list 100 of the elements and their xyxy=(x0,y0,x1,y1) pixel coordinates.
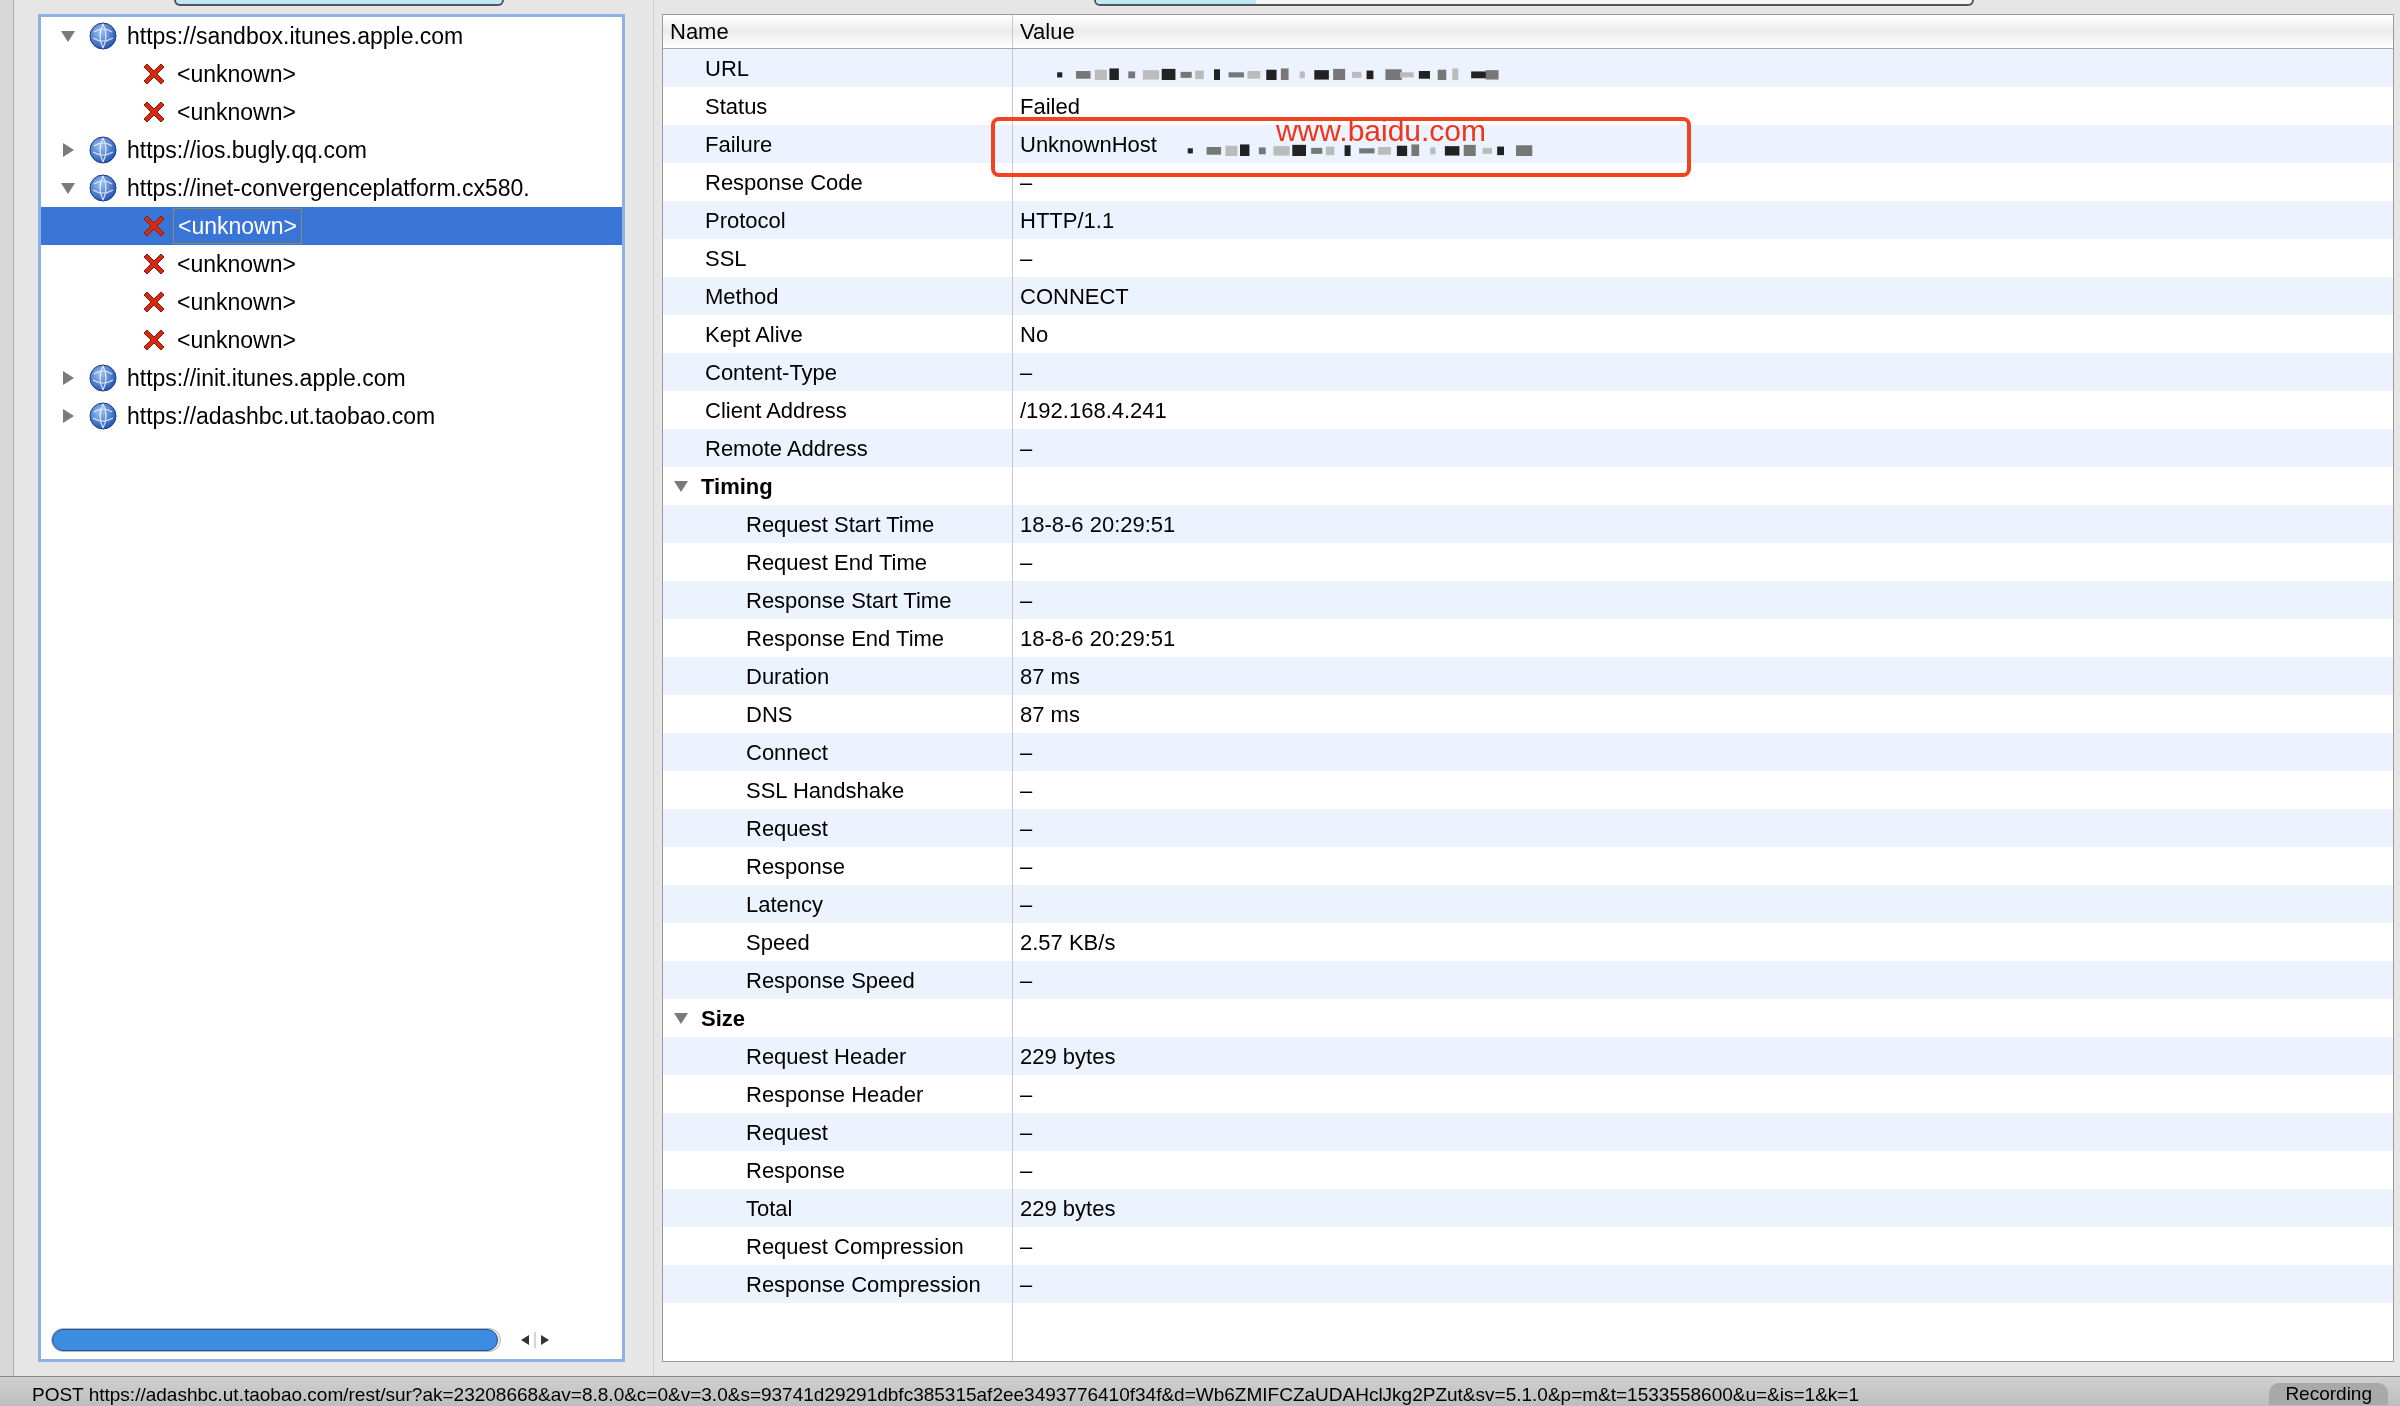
tree-row[interactable]: <unknown> xyxy=(41,207,622,245)
property-value: – xyxy=(1020,1232,1033,1261)
property-value: 18-8-6 20:29:51 xyxy=(1020,510,1176,539)
property-value: – xyxy=(1020,776,1033,805)
property-value: – xyxy=(1020,1156,1033,1185)
globe-icon xyxy=(89,174,117,202)
property-value: – xyxy=(1020,358,1033,387)
tree-row[interactable]: <unknown> xyxy=(41,93,622,131)
property-name: Request xyxy=(746,814,828,843)
property-value: – xyxy=(1020,434,1033,463)
globe-icon xyxy=(89,22,117,50)
globe-icon xyxy=(89,136,117,164)
property-value: – xyxy=(1020,244,1033,273)
tree-row[interactable]: https://inet-convergenceplatform.cx580. xyxy=(41,169,622,207)
collapse-triangle-icon[interactable] xyxy=(60,28,76,44)
tree-row[interactable]: https://adashbc.ut.taobao.com xyxy=(41,397,622,435)
property-value: – xyxy=(1020,852,1033,881)
section-label: Size xyxy=(701,1004,746,1033)
property-value: – xyxy=(1020,548,1033,577)
property-name: Response End Time xyxy=(746,624,945,653)
tree-row[interactable]: <unknown> xyxy=(41,55,622,93)
status-text: POST https://adashbc.ut.taobao.com/rest/sur?ak=23208668&av=8.8.0&c=0&v=3.0&s=93741d29291dbfc385315af2ee3493776410f34f&d=Wb6ZMIFCZaUDAHclJkg2PZut&sv=5.1.0&p=m&t=1533558600&u=&is=1&k=1 xyxy=(32,1383,1860,1406)
tree-item-label: <unknown> xyxy=(176,249,297,279)
globe-icon xyxy=(89,364,117,392)
property-value: No xyxy=(1020,320,1049,349)
property-value: HTTP/1.1 xyxy=(1020,206,1115,235)
property-name: Content-Type xyxy=(705,358,838,387)
expand-triangle-icon[interactable] xyxy=(60,408,76,424)
tree-item-label: <unknown> xyxy=(176,287,297,317)
property-value: 87 ms xyxy=(1020,700,1080,729)
property-value: Failed xyxy=(1020,92,1080,121)
tree-row[interactable]: https://sandbox.itunes.apple.com xyxy=(41,17,622,55)
column-header[interactable]: Name xyxy=(663,15,1013,48)
property-name: Protocol xyxy=(705,206,786,235)
property-value: – xyxy=(1020,1080,1033,1109)
tree-row[interactable]: https://init.itunes.apple.com xyxy=(41,359,622,397)
error-x-icon xyxy=(141,327,167,353)
property-value: – xyxy=(1020,738,1033,767)
tree-item-label: https://init.itunes.apple.com xyxy=(126,363,407,393)
property-value: 87 ms xyxy=(1020,662,1080,691)
property-value: – xyxy=(1020,586,1033,615)
property-value: – xyxy=(1020,814,1033,843)
property-name: Total xyxy=(746,1194,793,1223)
property-value: CONNECT xyxy=(1020,282,1129,311)
property-name: Response Speed xyxy=(746,966,915,995)
collapse-triangle-icon[interactable] xyxy=(673,478,689,494)
property-value: 229 bytes xyxy=(1020,1042,1116,1071)
property-name: Method xyxy=(705,282,779,311)
error-x-icon xyxy=(141,289,167,315)
property-value: – xyxy=(1020,890,1033,919)
tree-item-label: https://inet-convergenceplatform.cx580. xyxy=(126,173,531,203)
property-value: – xyxy=(1020,1270,1033,1299)
property-name: SSL Handshake xyxy=(746,776,905,805)
tree-item-label: https://sandbox.itunes.apple.com xyxy=(126,21,465,51)
property-name: Duration xyxy=(746,662,830,691)
collapse-triangle-icon[interactable] xyxy=(673,1010,689,1026)
tree-item-label: <unknown> xyxy=(176,59,297,89)
property-name: Remote Address xyxy=(705,434,868,463)
property-name: Response Code xyxy=(705,168,863,197)
property-name: Speed xyxy=(746,928,810,957)
property-name: Response Start Time xyxy=(746,586,952,615)
tree-row[interactable]: <unknown> xyxy=(41,283,622,321)
tree-item-label: https://adashbc.ut.taobao.com xyxy=(126,401,437,431)
property-name: Response xyxy=(746,852,846,881)
collapse-triangle-icon[interactable] xyxy=(60,180,76,196)
error-x-icon xyxy=(141,213,167,239)
property-value: – xyxy=(1020,1118,1033,1147)
error-x-icon xyxy=(141,61,167,87)
tree-row[interactable]: <unknown> xyxy=(41,321,622,359)
property-value: 2.57 KB/s xyxy=(1020,928,1116,957)
recording-button[interactable]: Recording xyxy=(2269,1383,2388,1405)
annotation-text: www.baidu.com xyxy=(1275,117,1487,145)
column-header[interactable]: Value xyxy=(1013,15,2393,48)
section-label: Timing xyxy=(701,472,773,501)
property-name: Request End Time xyxy=(746,548,927,577)
expand-triangle-icon[interactable] xyxy=(60,142,76,158)
tree-row[interactable]: <unknown> xyxy=(41,245,622,283)
property-value: – xyxy=(1020,966,1033,995)
property-name: Request Header xyxy=(746,1042,907,1071)
property-value: UnknownHost xyxy=(1020,130,1157,159)
property-value: 229 bytes xyxy=(1020,1194,1116,1223)
property-value: /192.168.4.241 xyxy=(1020,396,1167,425)
property-value: – xyxy=(1020,168,1033,197)
property-name: DNS xyxy=(746,700,793,729)
property-name: Response Header xyxy=(746,1080,924,1109)
globe-icon xyxy=(89,402,117,430)
tree-item-label: <unknown> xyxy=(176,325,297,355)
property-value: 18-8-6 20:29:51 xyxy=(1020,624,1176,653)
property-name: Latency xyxy=(746,890,824,919)
property-name: Client Address xyxy=(705,396,847,425)
tree-row[interactable]: https://ios.bugly.qq.com xyxy=(41,131,622,169)
expand-triangle-icon[interactable] xyxy=(60,370,76,386)
property-name: URL xyxy=(705,54,749,83)
property-name: Kept Alive xyxy=(705,320,803,349)
tree-item-label: <unknown> xyxy=(176,97,297,127)
error-x-icon xyxy=(141,251,167,277)
property-name: Request xyxy=(746,1118,828,1147)
property-name: Response Compression xyxy=(746,1270,981,1299)
error-x-icon xyxy=(141,99,167,125)
property-name: Request Start Time xyxy=(746,510,935,539)
